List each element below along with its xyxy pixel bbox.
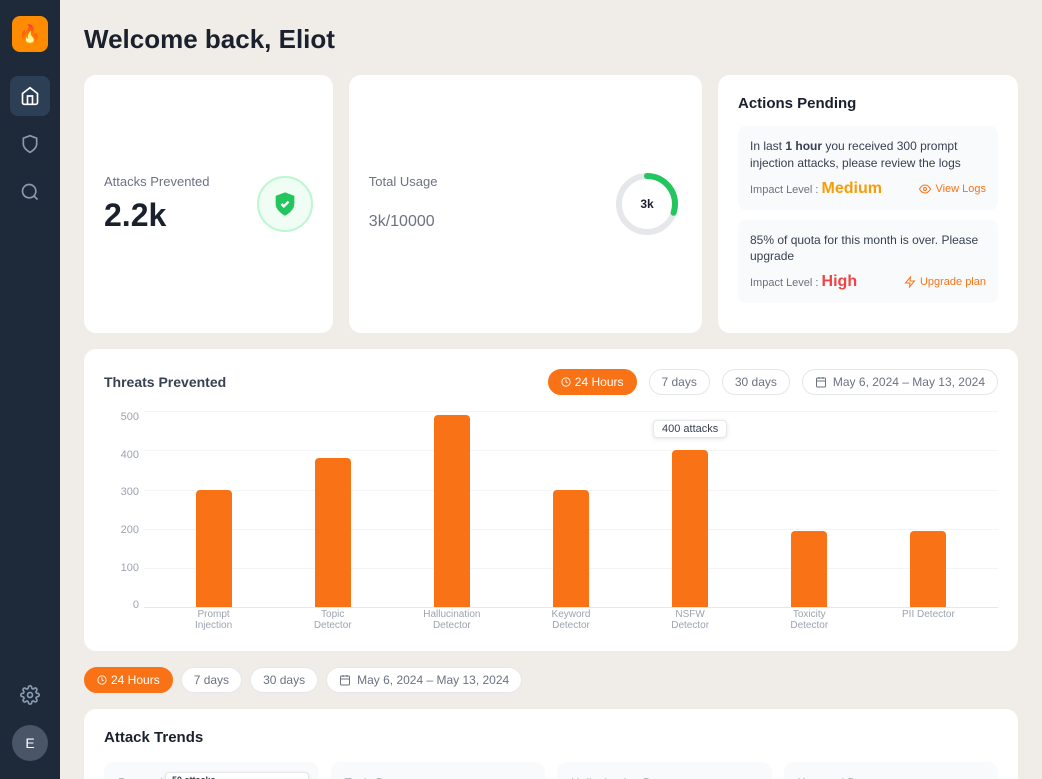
clock-icon-chart xyxy=(561,377,571,387)
chart-time-7d[interactable]: 7 days xyxy=(649,369,710,395)
total-usage-label: Total Usage xyxy=(369,174,438,189)
sidebar-item-home[interactable] xyxy=(10,76,50,116)
bar-toxicity-detector xyxy=(750,411,869,607)
shield-badge xyxy=(257,176,313,232)
top-stats-row: Attacks Prevented 2.2k Total Usage 3k/10… xyxy=(84,75,1018,333)
total-usage-info: Total Usage 3k/10000 xyxy=(369,174,438,234)
calendar-icon xyxy=(815,376,827,388)
impact-high: Impact Level : High xyxy=(750,273,857,291)
actions-pending-title: Actions Pending xyxy=(738,95,998,112)
action-item-1: In last 1 hour you received 300 prompt i… xyxy=(738,126,998,210)
action-item-2: 85% of quota for this month is over. Ple… xyxy=(738,220,998,304)
sidebar-item-shield[interactable] xyxy=(10,124,50,164)
prompt-tooltip-box: 50 attacks May 11, 11:00am - May 12, 12:… xyxy=(165,772,309,779)
bar-topic-detector-rect xyxy=(315,458,351,607)
view-logs-link[interactable]: View Logs xyxy=(919,183,986,195)
eye-icon xyxy=(919,183,931,195)
bar-prompt-injection xyxy=(154,411,273,607)
x-label-hallucination: HallucinationDetector xyxy=(392,609,511,631)
bar-nsfw-detector-rect: 400 attacks xyxy=(672,450,708,607)
app-logo: 🔥 xyxy=(12,16,48,52)
bar-toxicity-detector-rect xyxy=(791,531,827,607)
sidebar-bottom: E xyxy=(10,675,50,763)
bar-keyword-detector xyxy=(511,411,630,607)
attacks-prevented-label: Attacks Prevented xyxy=(104,174,210,189)
chart-time-30d[interactable]: 30 days xyxy=(722,369,790,395)
trends-grid: 50 attacks May 11, 11:00am - May 12, 12:… xyxy=(104,762,998,779)
clock-icon-trends xyxy=(97,675,107,685)
action-footer-1: Impact Level : Medium View Logs xyxy=(750,180,986,198)
bar-hallucination-detector-rect xyxy=(434,415,470,607)
total-usage-card: Total Usage 3k/10000 3k xyxy=(349,75,702,333)
chart-date-range-text: May 6, 2024 – May 13, 2024 xyxy=(833,375,985,389)
x-label-keyword: KeywordDetector xyxy=(511,609,630,631)
sidebar-item-user[interactable]: E xyxy=(10,723,50,763)
x-label-nsfw: NSFWDetector xyxy=(631,609,750,631)
actions-pending-card: Actions Pending In last 1 hour you recei… xyxy=(718,75,1018,333)
x-label-toxicity: ToxicityDetector xyxy=(750,609,869,631)
threats-chart-card: Threats Prevented 24 Hours 7 days 30 day… xyxy=(84,349,1018,651)
chart-header: Threats Prevented 24 Hours 7 days 30 day… xyxy=(104,369,998,395)
sidebar-item-search[interactable] xyxy=(10,172,50,212)
bar-chart-area: 500 400 300 200 100 0 xyxy=(104,411,998,631)
bars-area: 400 attacks xyxy=(144,411,998,607)
bar-hallucination-detector xyxy=(392,411,511,607)
settings-nav-icon xyxy=(20,685,40,705)
sidebar-item-settings[interactable] xyxy=(10,675,50,715)
attacks-prevented-value: 2.2k xyxy=(104,197,210,234)
trend-hallucination-detector: Hallucination Detector 500 xyxy=(557,762,772,779)
bar-topic-detector xyxy=(273,411,392,607)
nsfw-tooltip: 400 attacks xyxy=(653,420,727,438)
chart-date-range[interactable]: May 6, 2024 – May 13, 2024 xyxy=(802,369,998,395)
user-avatar: E xyxy=(12,725,48,761)
bar-prompt-injection-rect xyxy=(196,490,232,608)
action-text-1: In last 1 hour you received 300 prompt i… xyxy=(750,138,986,172)
bar-keyword-detector-rect xyxy=(553,490,589,608)
gauge-label: 3k xyxy=(640,197,653,211)
page-title: Welcome back, Eliot xyxy=(84,24,1018,55)
bolt-icon xyxy=(904,276,916,288)
trends-time-filter: 24 Hours 7 days 30 days May 6, 2024 – Ma… xyxy=(84,667,1018,693)
action-text-2: 85% of quota for this month is over. Ple… xyxy=(750,232,986,266)
trends-date-range[interactable]: May 6, 2024 – May 13, 2024 xyxy=(326,667,522,693)
x-label-prompt: PromptInjection xyxy=(154,609,273,631)
search-nav-icon xyxy=(20,182,40,202)
usage-gauge: 3k xyxy=(612,169,682,239)
trend-topic-detector: Topic Detector 380 xyxy=(331,762,546,779)
shield-check-icon xyxy=(271,190,299,218)
impact-medium: Impact Level : Medium xyxy=(750,180,882,198)
chart-time-24h[interactable]: 24 Hours xyxy=(548,369,637,395)
grid-line-0 xyxy=(144,607,998,608)
trends-time-24h[interactable]: 24 Hours xyxy=(84,667,173,693)
action-footer-2: Impact Level : High Upgrade plan xyxy=(750,273,986,291)
trends-date-range-text: May 6, 2024 – May 13, 2024 xyxy=(357,673,509,687)
bar-nsfw-detector: 400 attacks xyxy=(631,411,750,607)
trend-keyword-detector: Keyword Detector 310 xyxy=(784,762,999,779)
shield-nav-icon xyxy=(20,134,40,154)
trends-time-7d[interactable]: 7 days xyxy=(181,667,242,693)
main-content: Welcome back, Eliot Attacks Prevented 2.… xyxy=(60,0,1042,779)
trends-title: Attack Trends xyxy=(104,729,998,746)
trends-time-30d[interactable]: 30 days xyxy=(250,667,318,693)
bar-pii-detector xyxy=(869,411,988,607)
sidebar: 🔥 E xyxy=(0,0,60,779)
upgrade-plan-link[interactable]: Upgrade plan xyxy=(904,276,986,288)
x-label-pii: PII Detector xyxy=(869,609,988,631)
total-usage-value: 3k/10000 xyxy=(369,197,438,234)
home-icon xyxy=(20,86,40,106)
attacks-prevented-card: Attacks Prevented 2.2k xyxy=(84,75,333,333)
x-label-topic: TopicDetector xyxy=(273,609,392,631)
attacks-prevented-info: Attacks Prevented 2.2k xyxy=(104,174,210,234)
bar-pii-detector-rect xyxy=(910,531,946,607)
trend-prompt-injection: 50 attacks May 11, 11:00am - May 12, 12:… xyxy=(104,762,319,779)
attack-trends-card: Attack Trends 50 attacks May 11, 11:00am… xyxy=(84,709,1018,779)
chart-title: Threats Prevented xyxy=(104,374,226,390)
x-axis-labels: PromptInjection TopicDetector Hallucinat… xyxy=(144,609,998,631)
calendar-icon-trends xyxy=(339,674,351,686)
y-axis: 500 400 300 200 100 0 xyxy=(104,411,139,611)
